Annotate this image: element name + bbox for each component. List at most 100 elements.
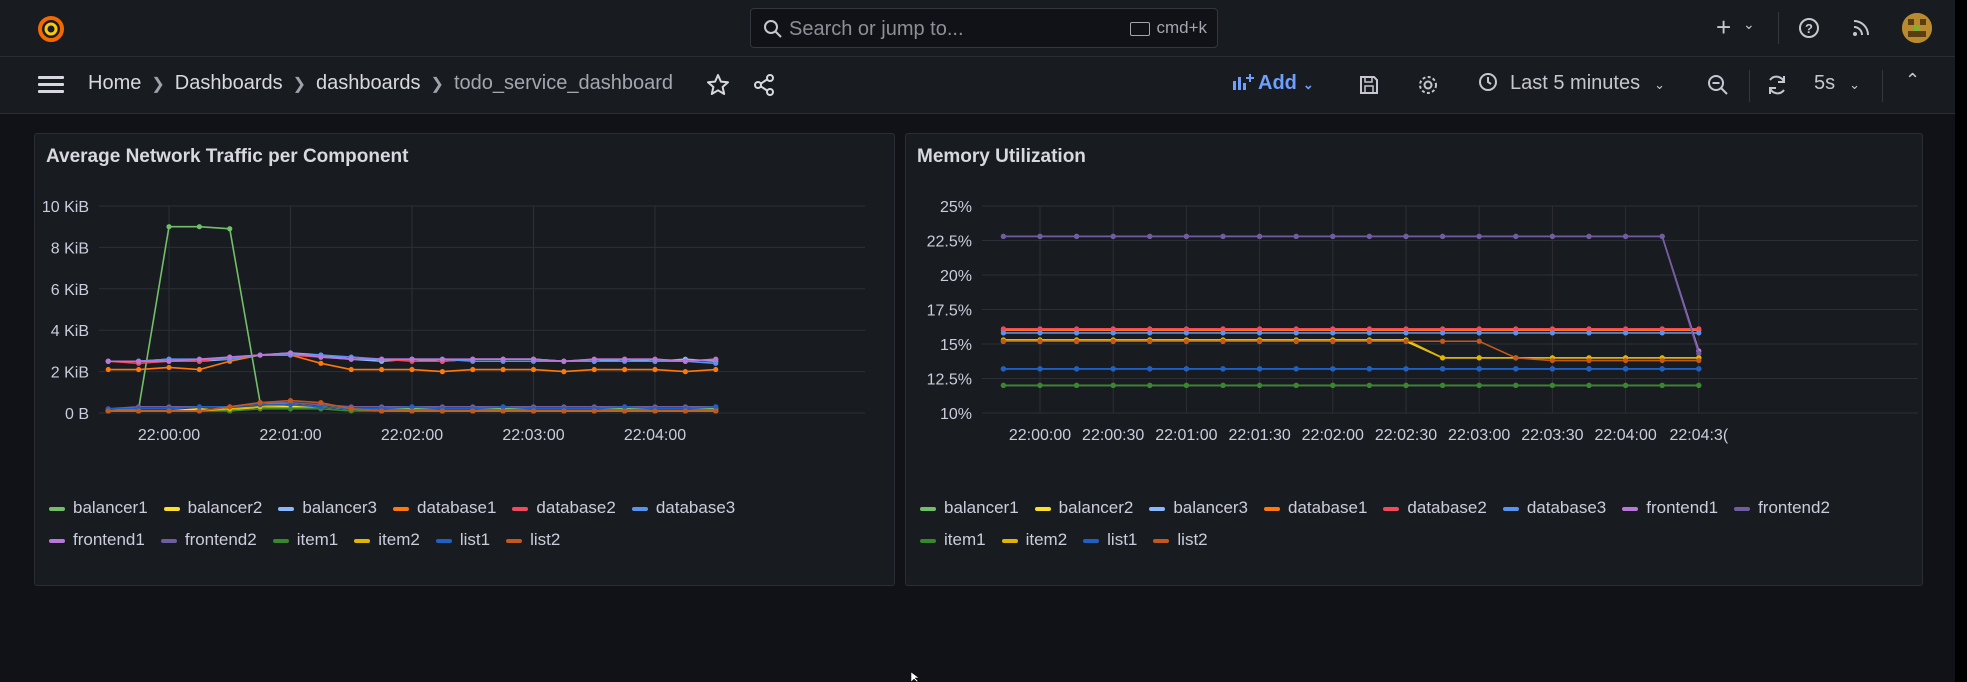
y-tick-label: 10% [940,406,972,423]
data-point-item1 [1293,382,1299,388]
refresh-interval-picker[interactable]: 5s ⌄ [1814,72,1860,95]
star-icon[interactable] [706,73,730,97]
legend-item-database1[interactable]: database1 [393,498,496,518]
legend-item-balancer1[interactable]: balancer1 [920,498,1019,518]
data-point-frontend1 [622,356,628,362]
data-point-list2 [1147,338,1153,344]
legend-item-balancer2[interactable]: balancer2 [163,498,262,518]
legend-item-list2[interactable]: list2 [506,530,560,550]
search-input[interactable]: Search or jump to... cmd+k [750,8,1218,48]
data-point-list2 [682,408,688,414]
data-point-list2 [1183,338,1189,344]
data-point-frontend2 [1147,233,1153,239]
save-icon[interactable] [1358,74,1380,96]
data-point-frontend2 [1513,233,1519,239]
legend-item-balancer3[interactable]: balancer3 [1149,498,1248,518]
memory-utilization-chart[interactable]: 10% 12.5% 15% 17.5% 20% 22.5% 25% 22:00:00 22:00… [906,178,1922,493]
data-point-database3 [1183,330,1189,336]
legend-item-frontend1[interactable]: frontend1 [49,530,145,550]
data-point-database1 [530,366,537,373]
zoom-out-icon[interactable] [1707,74,1729,96]
data-point-database3 [1037,330,1043,336]
collapse-chevron-up-icon[interactable]: ⌃ [1905,70,1920,91]
legend-item-item2[interactable]: item2 [1001,530,1067,550]
network-traffic-chart[interactable]: 0 B 2 KiB 4 KiB 6 KiB 8 KiB 10 KiB 22:00:00 22:… [35,178,894,493]
menu-icon[interactable] [38,76,64,94]
data-point-database1 [409,366,415,373]
data-point-frontend1 [409,356,415,362]
data-point-list1 [1586,366,1592,372]
avatar[interactable] [1902,13,1932,43]
legend-item-item2[interactable]: item2 [354,530,420,550]
legend-item-frontend2[interactable]: frontend2 [1734,498,1830,518]
data-point-frontend2 [1330,233,1336,239]
x-tick-label: 22:04:00 [1594,427,1656,444]
grafana-logo-icon[interactable] [36,14,66,44]
chevron-down-icon[interactable]: ⌄ [1743,16,1755,33]
legend-row: balancer1 balancer2 balancer3 database1 data… [920,498,1846,518]
y-tick-label: 6 KiB [51,282,89,299]
data-point-list1 [1440,366,1446,372]
legend-row: frontend1 frontend2 item1 item2 list1 list2 [49,530,576,550]
legend-item-frontend1[interactable]: frontend1 [1622,498,1718,518]
legend-item-database1[interactable]: database1 [1264,498,1367,518]
legend-item-database3[interactable]: database3 [1502,498,1606,518]
data-point-item1 [1623,382,1629,388]
legend-item-item1[interactable]: item1 [272,530,339,550]
panel-title[interactable]: Average Network Traffic per Component [46,146,408,168]
legend-item-list2[interactable]: list2 [1153,530,1208,550]
data-point-item1 [1037,382,1043,388]
data-point-database3 [1330,330,1336,336]
data-point-frontend2 [1586,233,1592,239]
breadcrumb-dashboards[interactable]: Dashboards [175,72,283,94]
legend-item-database2[interactable]: database2 [1383,498,1487,518]
add-button[interactable]: Add ⌄ [1232,72,1314,95]
legend-label: item1 [296,530,339,549]
data-point-list1 [1403,366,1409,372]
y-tick-label: 17.5% [927,303,972,320]
data-point-frontend2 [1074,233,1080,239]
data-point-list1 [1147,366,1153,372]
chevron-right-icon: ❯ [430,76,444,93]
keyboard-shortcut: cmd+k [1130,18,1207,38]
data-point-item1 [1074,382,1080,388]
y-tick-label: 0 B [65,406,89,423]
data-point-database1 [318,360,324,366]
legend-item-list1[interactable]: list1 [435,530,490,550]
legend-item-frontend2[interactable]: frontend2 [160,530,257,550]
help-icon[interactable]: ? [1798,17,1820,39]
legend-item-database2[interactable]: database2 [512,498,616,518]
breadcrumb-home[interactable]: Home [88,72,141,94]
rss-icon[interactable] [1852,19,1870,37]
data-point-frontend1 [287,350,294,356]
data-point-list2 [409,408,415,414]
legend-label: item2 [378,530,420,549]
y-tick-label: 22.5% [927,234,972,251]
data-point-frontend1 [561,358,567,364]
legend-item-balancer2[interactable]: balancer2 [1034,498,1133,518]
refresh-icon[interactable] [1766,74,1788,96]
top-bar: Search or jump to... cmd+k + ⌄ ? [0,0,1955,57]
data-point-database3 [1110,330,1116,336]
window-edge [1955,0,1967,682]
share-icon[interactable] [753,74,775,96]
data-point-frontend1 [500,356,506,362]
y-tick-label: 12.5% [927,372,972,389]
legend-item-database3[interactable]: database3 [631,498,735,518]
breadcrumb-folder[interactable]: dashboards [316,72,421,94]
data-point-database1 [379,366,385,373]
legend-item-balancer3[interactable]: balancer3 [278,498,377,518]
data-point-list1 [1183,366,1189,372]
data-point-frontend1 [196,356,202,362]
data-point-balancer1 [227,226,233,232]
legend-item-item1[interactable]: item1 [920,530,986,550]
settings-gear-icon[interactable] [1417,74,1439,96]
x-tick-label: 22:03:30 [1521,427,1583,444]
legend-item-balancer1[interactable]: balancer1 [49,498,148,518]
plus-icon[interactable]: + [1716,12,1731,43]
time-range-picker[interactable]: Last 5 minutes ⌄ [1478,72,1665,95]
data-point-frontend1 [530,356,537,362]
shortcut-label: cmd+k [1156,18,1207,37]
panel-title[interactable]: Memory Utilization [917,146,1086,168]
legend-item-list1[interactable]: list1 [1083,530,1137,550]
